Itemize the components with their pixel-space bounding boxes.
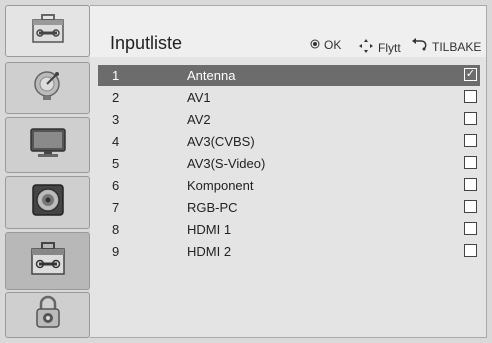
input-number: 5 (112, 156, 120, 171)
hint-ok-label: OK (324, 38, 342, 52)
input-row-5[interactable]: 5 AV3(S-Video) (98, 153, 480, 174)
input-checkbox[interactable] (464, 222, 477, 235)
input-checkbox[interactable] (464, 156, 477, 169)
input-name: AV3(CVBS) (187, 134, 255, 149)
sidebar-tab-lock[interactable] (5, 292, 90, 338)
page-title: Inputliste (110, 33, 183, 53)
input-checkbox[interactable] (464, 90, 477, 103)
input-name: AV3(S-Video) (187, 156, 266, 171)
sidebar-tab-setup[interactable] (5, 232, 90, 290)
sidebar-tab-channel[interactable] (5, 62, 90, 114)
input-name: Antenna (187, 68, 236, 83)
toolbox-icon (31, 13, 65, 49)
input-number: 7 (112, 200, 120, 215)
hint-back-label: TILBAKE (432, 39, 482, 54)
input-row-9[interactable]: 9 HDMI 2 (98, 241, 480, 262)
hint-move: Flytt (358, 38, 401, 57)
speaker-icon (31, 183, 65, 222)
input-checkbox[interactable] (464, 178, 477, 191)
hint-move-label: Flytt (378, 40, 401, 55)
sidebar-tab-picture[interactable] (5, 117, 90, 173)
input-row-7[interactable]: 7 RGB-PC (98, 197, 480, 218)
input-list: 1 Antenna ✓ 2 AV1 3 AV2 4 AV3(CVBS) 5 AV… (90, 57, 487, 338)
input-number: 8 (112, 222, 120, 237)
input-row-2[interactable]: 2 AV1 (98, 87, 480, 108)
input-checkbox[interactable]: ✓ (464, 68, 477, 81)
input-number: 6 (112, 178, 120, 193)
toolbox-icon (30, 241, 66, 281)
hint-ok: OK (310, 38, 341, 52)
tv-monitor-icon (29, 127, 67, 164)
input-name: RGB-PC (187, 200, 238, 215)
input-checkbox[interactable] (464, 200, 477, 213)
input-name: HDMI 1 (187, 222, 232, 237)
input-row-8[interactable]: 8 HDMI 1 (98, 219, 480, 240)
input-row-4[interactable]: 4 AV3(CVBS) (98, 131, 480, 152)
input-number: 1 (112, 68, 120, 83)
input-name: AV2 (187, 112, 211, 127)
input-row-1[interactable]: 1 Antenna ✓ (98, 65, 480, 86)
input-row-3[interactable]: 3 AV2 (98, 109, 480, 130)
input-checkbox[interactable] (464, 134, 477, 147)
arrows-move-icon (358, 38, 374, 57)
input-row-6[interactable]: 6 Komponent (98, 175, 480, 196)
padlock-icon (33, 295, 63, 336)
input-name: AV1 (187, 90, 211, 105)
input-number: 9 (112, 244, 120, 259)
menu-header: Inputliste OK Flytt TILBAKE (90, 5, 487, 57)
return-arrow-icon (412, 38, 428, 55)
input-number: 4 (112, 134, 120, 149)
ok-button-icon (310, 38, 320, 52)
input-checkbox[interactable] (464, 244, 477, 257)
hint-back: TILBAKE (412, 38, 481, 55)
input-name: Komponent (187, 178, 254, 193)
input-number: 2 (112, 90, 120, 105)
input-number: 3 (112, 112, 120, 127)
sidebar-tab-sound[interactable] (5, 176, 90, 229)
sidebar (5, 5, 90, 338)
input-checkbox[interactable] (464, 112, 477, 125)
satellite-dish-icon (31, 70, 65, 107)
sidebar-tab-setup-header (5, 5, 90, 57)
input-name: HDMI 2 (187, 244, 232, 259)
